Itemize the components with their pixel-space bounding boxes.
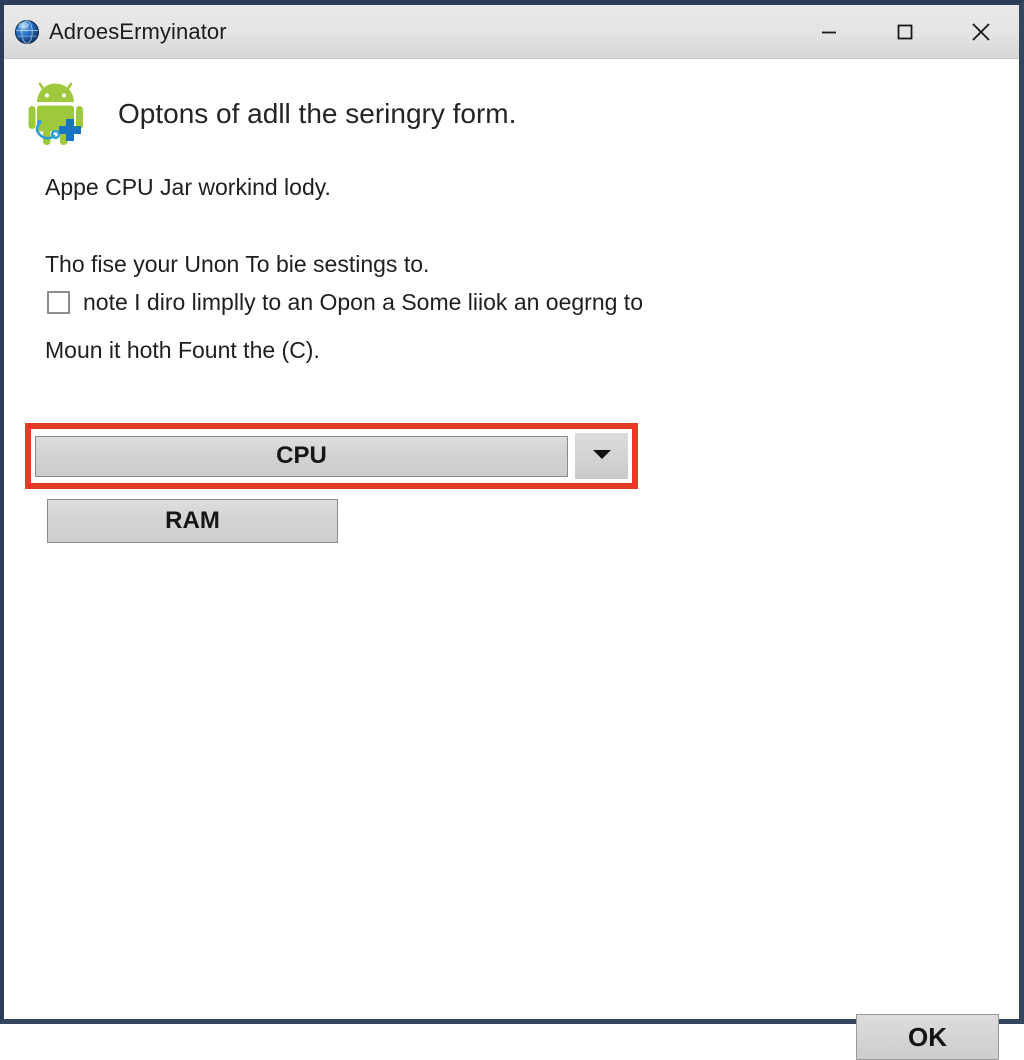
cpu-dropdown[interactable]: CPU [35, 435, 568, 477]
cpu-dropdown-highlight: CPU [25, 423, 638, 489]
note-text: Moun it hoth Fount the (C). [45, 337, 320, 363]
window-title: AdroesErmyinator [49, 18, 227, 44]
intro-text: Tho fise your Unon To bie sestings to. [45, 251, 430, 277]
maximize-icon [893, 20, 917, 44]
ram-button-label: RAM [165, 507, 220, 534]
close-button[interactable] [943, 5, 1019, 58]
cpu-dropdown-value: CPU [276, 442, 327, 469]
cpu-dropdown-toggle[interactable] [575, 433, 628, 479]
window-controls [791, 5, 1019, 58]
heading-row: Optons of adll the seringry form. [26, 81, 516, 147]
ram-button[interactable]: RAM [47, 499, 338, 543]
option-checkbox-row[interactable]: note I diro limplly to an Opon a Some li… [47, 289, 643, 316]
maximize-button[interactable] [867, 5, 943, 58]
minimize-icon [817, 20, 841, 44]
title-bar-left: AdroesErmyinator [4, 19, 791, 45]
application-window: AdroesErmyinator Optons of adll the seri… [0, 0, 1024, 1060]
ok-button[interactable]: OK [856, 1014, 999, 1060]
option-checkbox-label: note I diro limplly to an Opon a Some li… [83, 289, 643, 315]
android-doctor-icon [26, 81, 88, 147]
status-text: Appe CPU Jar workind lody. [45, 174, 331, 200]
chevron-down-icon [591, 447, 613, 466]
title-bar: AdroesErmyinator [4, 5, 1019, 59]
dialog-body: Optons of adll the seringry form. Appe C… [4, 59, 1019, 1060]
globe-icon [14, 19, 40, 45]
option-checkbox[interactable] [47, 291, 70, 314]
ok-button-label: OK [908, 1021, 947, 1052]
minimize-button[interactable] [791, 5, 867, 58]
close-icon [968, 19, 994, 45]
page-title: Optons of adll the seringry form. [118, 98, 517, 129]
